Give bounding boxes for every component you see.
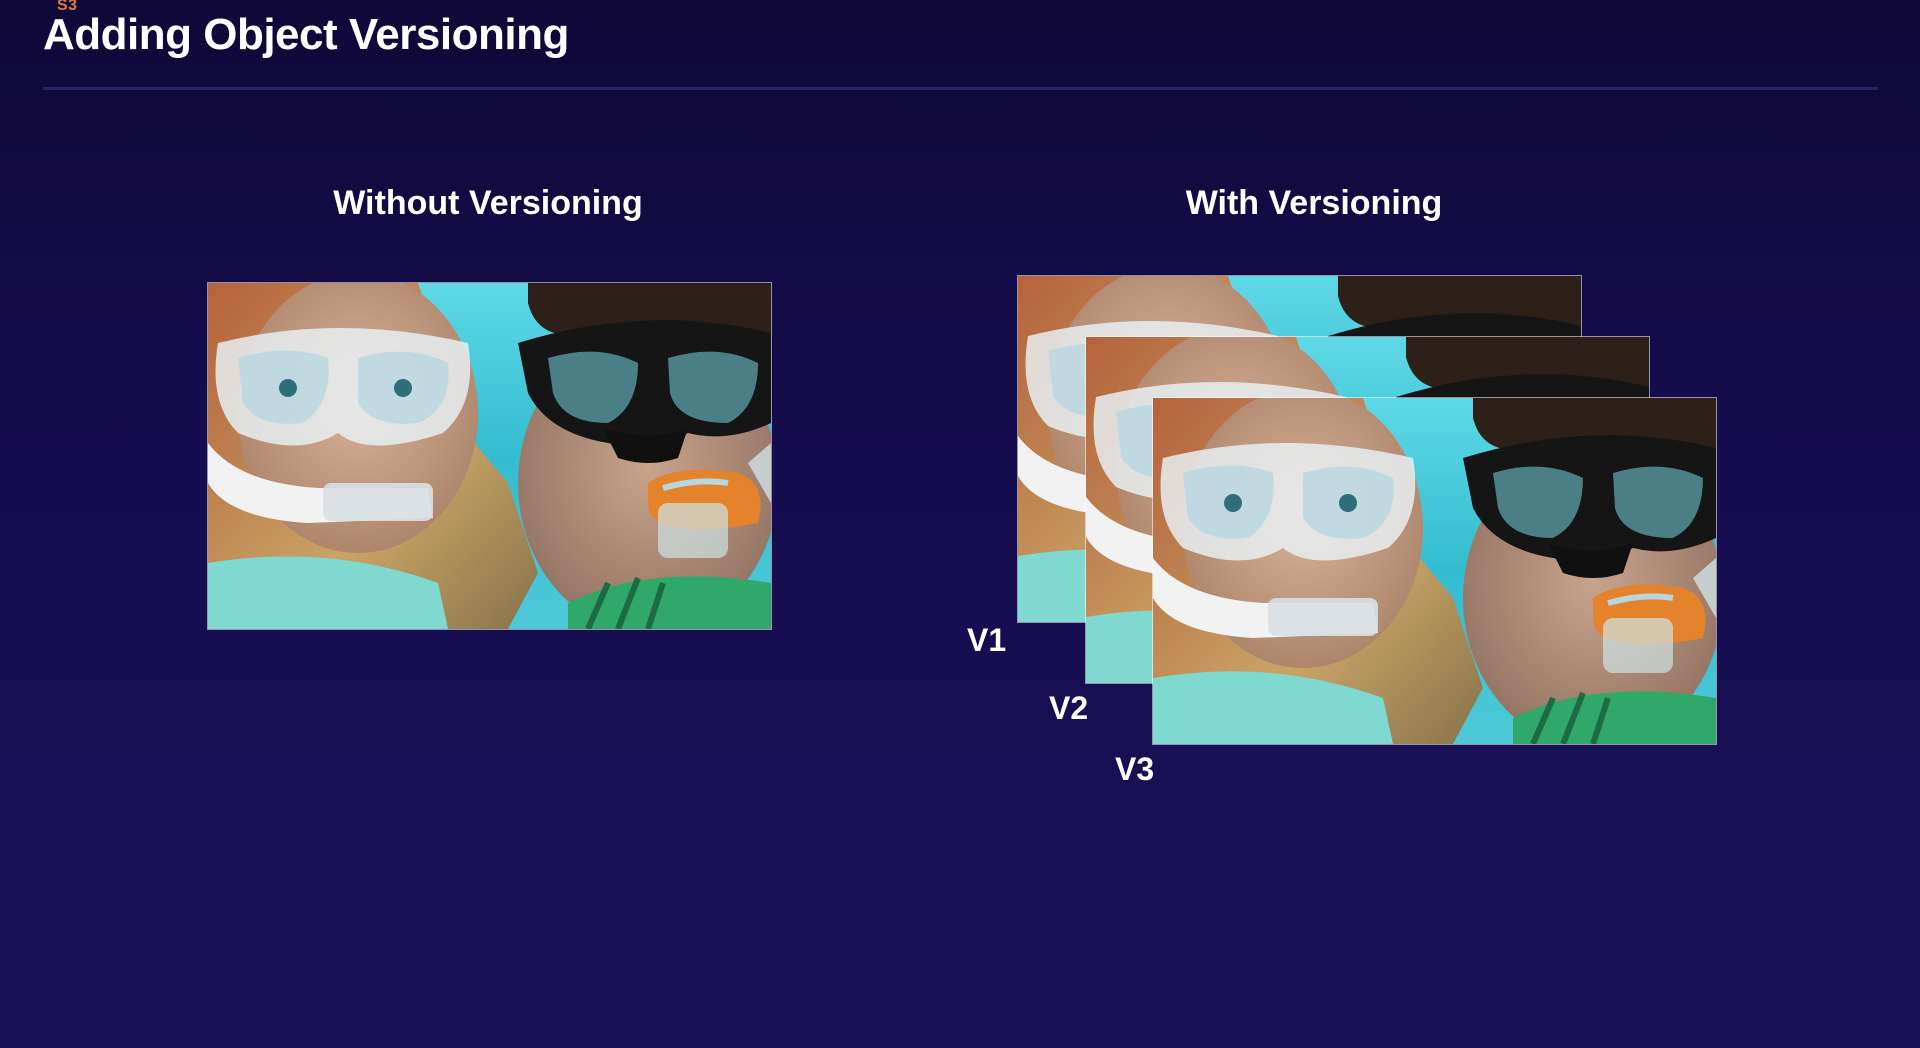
version-label-v3: V3 bbox=[1115, 751, 1155, 787]
title-divider bbox=[43, 87, 1878, 90]
slide-title: Adding Object Versioning bbox=[43, 10, 569, 59]
snorkel-photo-icon bbox=[208, 283, 771, 629]
version-label-v2: V2 bbox=[1049, 690, 1089, 726]
object-image-version-3 bbox=[1153, 398, 1716, 744]
version-label-v1: V1 bbox=[967, 622, 1007, 658]
snorkel-photo-icon bbox=[1153, 398, 1716, 744]
heading-without-versioning: Without Versioning bbox=[333, 184, 643, 222]
heading-with-versioning: With Versioning bbox=[1185, 184, 1443, 222]
object-image-unversioned bbox=[208, 283, 771, 629]
